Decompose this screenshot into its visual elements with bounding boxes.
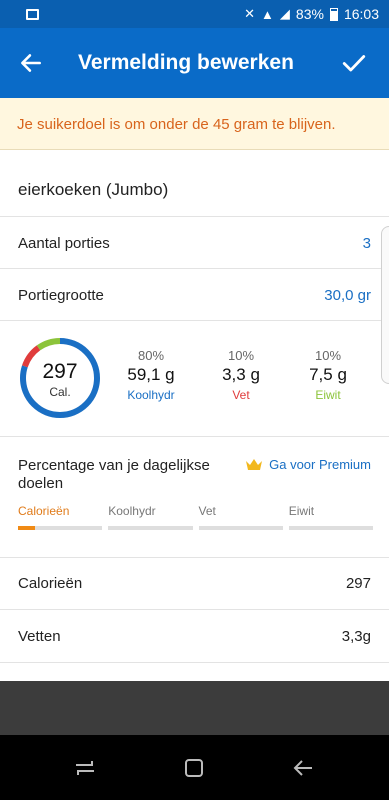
- bottom-overlay: [0, 681, 389, 735]
- progress-bar: [288, 526, 373, 530]
- serving-size-label: Portiegrootte: [18, 286, 104, 304]
- arrow-left-icon[interactable]: [18, 50, 44, 76]
- sugar-goal-banner: Je suikerdoel is om onder de 45 gram te …: [0, 98, 389, 150]
- status-time: 16:03: [343, 6, 379, 22]
- goal-tabs: Calorieën Koolhydr Vet Eiwit: [18, 504, 373, 530]
- progress-bar: [108, 526, 193, 530]
- battery-percentage: 83%: [295, 6, 324, 22]
- premium-label: Ga voor Premium: [269, 457, 371, 472]
- nutrient-label: Vetten: [18, 628, 61, 645]
- carbs-amount: 59,1 g: [127, 365, 175, 384]
- serving-size-value[interactable]: 30,0 gr: [324, 287, 371, 304]
- progress-bar: [198, 526, 283, 530]
- recent-apps-icon[interactable]: [74, 757, 96, 779]
- nutrient-label: Calorieën: [18, 575, 83, 592]
- system-navigation-bar: [0, 735, 389, 800]
- app-bar: Vermelding bewerken: [0, 28, 389, 98]
- macro-protein: 10% 7,5 g Eiwit: [293, 348, 363, 402]
- fat-amount: 3,3 g: [222, 365, 260, 384]
- nutrient-row-calories: Calorieën 297: [0, 558, 389, 610]
- servings-value[interactable]: 3: [363, 235, 371, 252]
- carbs-percent: 80%: [137, 348, 165, 363]
- check-icon[interactable]: [341, 50, 367, 76]
- scroll-handle[interactable]: [381, 226, 389, 384]
- home-icon[interactable]: [183, 757, 205, 779]
- tab-label: Calorieën: [18, 504, 70, 518]
- servings-label: Aantal porties: [18, 234, 110, 252]
- food-name: eierkoeken (Jumbo): [18, 179, 169, 199]
- calorie-total: 297: [42, 360, 78, 383]
- go-premium-link[interactable]: Ga voor Premium: [245, 457, 371, 472]
- protein-amount: 7,5 g: [309, 365, 347, 384]
- status-bar: ✕ ▲ ◢ 83% 16:03: [0, 0, 389, 28]
- page-title: Vermelding bewerken: [78, 51, 294, 74]
- tab-fat[interactable]: Vet: [198, 504, 283, 530]
- progress-bar: [18, 526, 103, 530]
- tab-label: Eiwit: [288, 504, 315, 518]
- daily-goals-heading: Percentage van je dagelijkse doelen: [18, 457, 210, 492]
- carbs-name: Koolhydr: [127, 388, 175, 402]
- progress-fill: [18, 526, 35, 530]
- nutrient-row-fat: Vetten 3,3g: [0, 611, 389, 663]
- gallery-notification-icon: [26, 8, 39, 20]
- status-icons: ✕ ▲ ◢ 83% 16:03: [244, 6, 379, 22]
- calorie-unit: Cal.: [49, 385, 71, 399]
- crown-icon: [246, 458, 263, 470]
- wifi-icon: ▲: [261, 6, 274, 22]
- tab-label: Vet: [198, 504, 216, 518]
- protein-percent: 10%: [314, 348, 342, 363]
- tab-calories[interactable]: Calorieën: [18, 504, 103, 530]
- nutrient-value: 297: [345, 575, 371, 592]
- fat-percent: 10%: [227, 348, 255, 363]
- daily-goals-section: Percentage van je dagelijkse doelen Ga v…: [0, 437, 389, 558]
- back-nav-icon[interactable]: [292, 757, 314, 779]
- servings-row[interactable]: Aantal porties 3: [0, 218, 389, 269]
- fat-name: Vet: [232, 388, 250, 402]
- serving-size-row[interactable]: Portiegrootte 30,0 gr: [0, 270, 389, 321]
- battery-icon: [329, 7, 338, 21]
- macro-summary: 297 Cal. 80% 59,1 g Koolhydr 10% 3,3 g V…: [0, 322, 389, 437]
- macro-fat: 10% 3,3 g Vet: [206, 348, 276, 402]
- food-name-row[interactable]: eierkoeken (Jumbo): [0, 163, 389, 217]
- tab-protein[interactable]: Eiwit: [288, 504, 373, 530]
- mute-icon: ✕: [244, 6, 256, 21]
- macro-carbs: 80% 59,1 g Koolhydr: [116, 348, 186, 402]
- protein-name: Eiwit: [315, 388, 341, 402]
- tab-carbs[interactable]: Koolhydr: [108, 504, 193, 530]
- nutrient-value: 3,3g: [341, 628, 371, 645]
- tab-label: Koolhydr: [108, 504, 156, 518]
- signal-icon: ◢: [279, 6, 290, 21]
